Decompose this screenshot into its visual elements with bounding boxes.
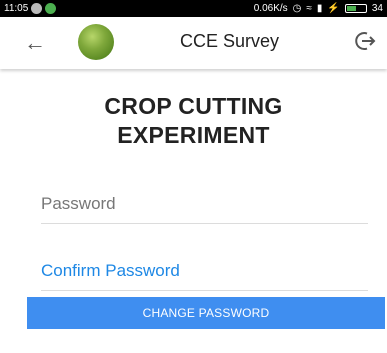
app-logo xyxy=(78,24,114,60)
toolbar-title: CCE Survey xyxy=(180,31,280,51)
confirm-password-field[interactable]: Confirm Password xyxy=(41,261,368,291)
charging-icon: ⚡ xyxy=(327,3,340,14)
page-heading: CROP CUTTING EXPERIMENT xyxy=(0,92,387,150)
battery-icon xyxy=(344,4,367,13)
status-bar: 11:05 0.06K/s ◷ ≈ ▮ ⚡ 34 xyxy=(0,0,387,17)
wifi-icon: ≈ xyxy=(306,3,312,14)
back-arrow-icon[interactable]: ← xyxy=(24,28,46,58)
notification-icon xyxy=(31,3,43,14)
heading-line-2: EXPERIMENT xyxy=(117,122,270,148)
alarm-icon: ◷ xyxy=(292,3,302,14)
status-time: 11:05 xyxy=(4,3,29,14)
password-field[interactable]: Password xyxy=(41,194,368,224)
app-toolbar: ← CCE Survey xyxy=(0,17,387,69)
app-notification-icon xyxy=(45,3,57,14)
battery-level: 34 xyxy=(371,3,383,14)
signal-icon: ▮ xyxy=(316,3,323,14)
logout-icon[interactable] xyxy=(353,29,377,53)
network-speed: 0.06K/s xyxy=(253,3,288,14)
change-password-button[interactable]: CHANGE PASSWORD xyxy=(27,297,385,329)
heading-line-1: CROP CUTTING xyxy=(104,93,283,119)
